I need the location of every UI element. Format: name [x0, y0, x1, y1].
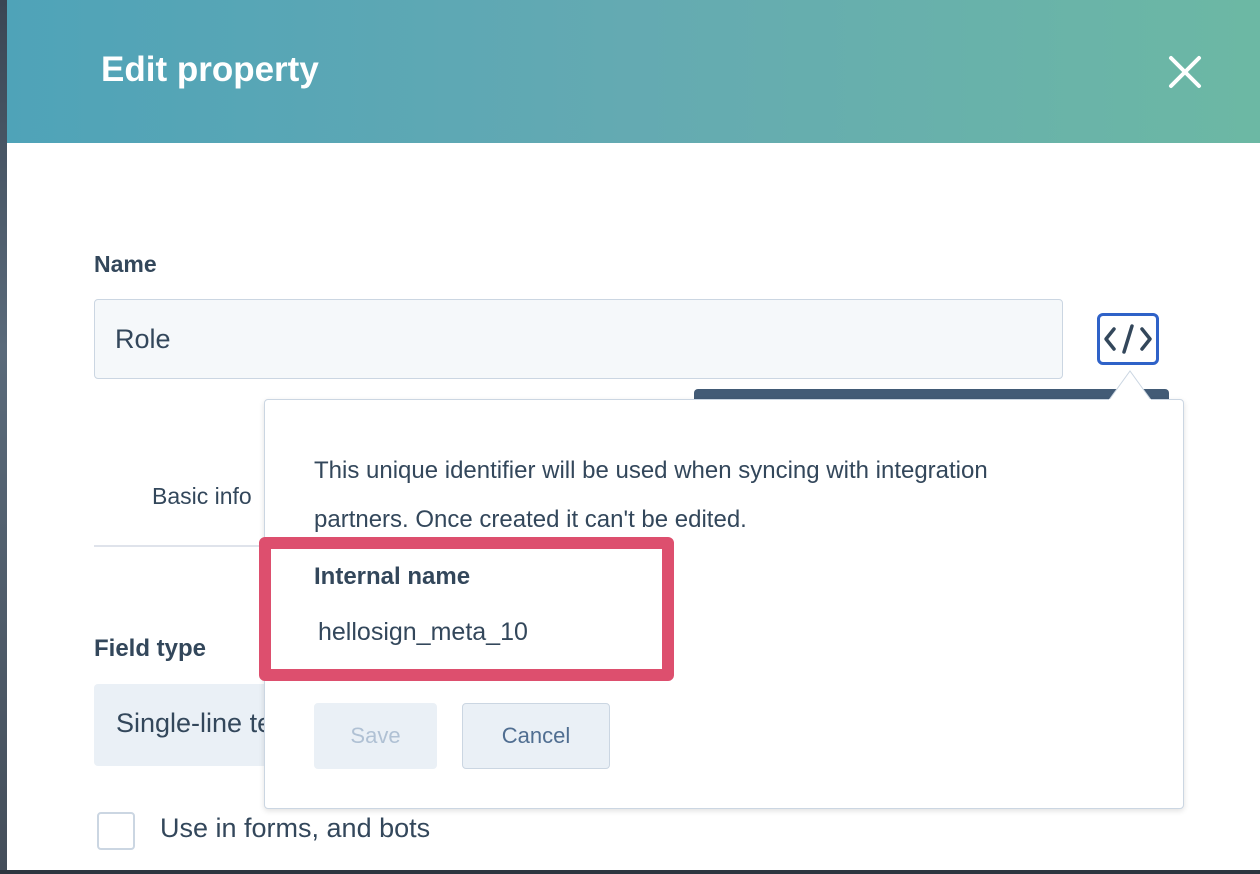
name-input[interactable]	[94, 299, 1063, 379]
panel-header: Edit property	[7, 0, 1260, 143]
tab-divider	[94, 545, 274, 547]
save-button[interactable]: Save	[314, 703, 437, 769]
highlight-annotation-box	[259, 537, 674, 681]
window-left-edge	[0, 0, 7, 874]
close-button[interactable]	[1159, 48, 1209, 98]
internal-name-code-button[interactable]	[1097, 313, 1159, 365]
panel-title: Edit property	[101, 50, 319, 89]
tab-basic-info[interactable]: Basic info	[152, 483, 252, 510]
use-in-forms-checkbox[interactable]	[97, 812, 135, 850]
window-bottom-edge	[0, 870, 1260, 874]
popover-description: This unique identifier will be used when…	[314, 457, 988, 533]
cancel-button[interactable]: Cancel	[462, 703, 610, 769]
field-type-label: Field type	[94, 635, 207, 662]
use-in-forms-label: Use in forms, and bots	[160, 813, 431, 843]
code-icon	[1104, 324, 1152, 354]
popover-arrow	[1109, 370, 1151, 401]
name-label: Name	[94, 251, 157, 277]
close-icon	[1169, 56, 1201, 88]
